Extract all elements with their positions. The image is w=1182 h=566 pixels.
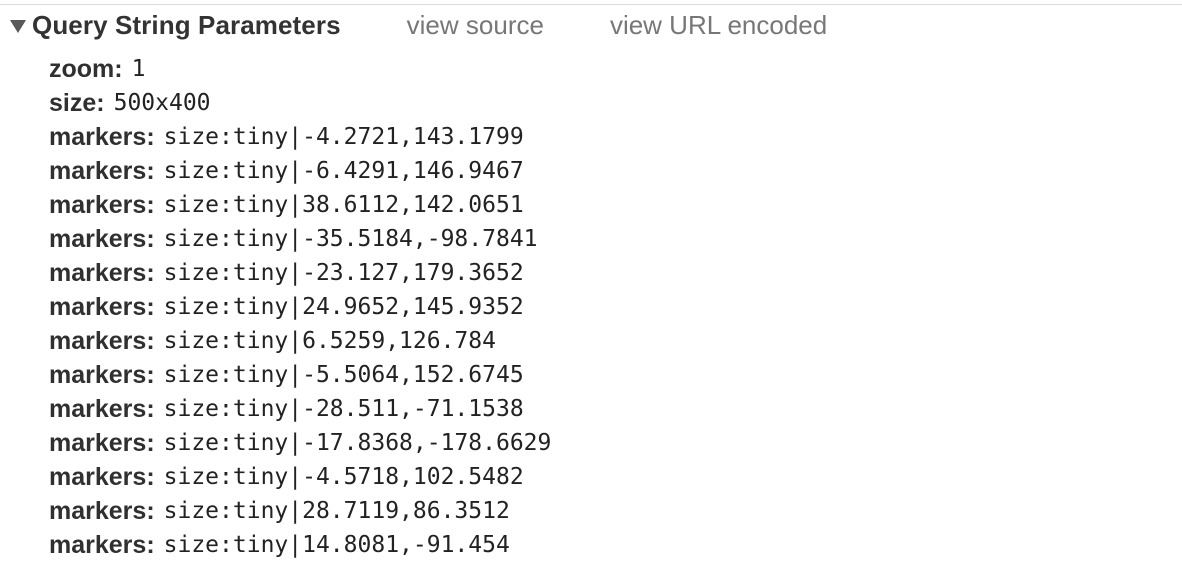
param-value: 1 bbox=[131, 56, 146, 82]
query-param-row: markers: size:tiny|-28.511,-71.1538 bbox=[49, 392, 551, 426]
param-separator: : bbox=[146, 497, 155, 525]
param-separator: : bbox=[114, 55, 123, 83]
param-value: size:tiny|-23.127,179.3652 bbox=[163, 260, 524, 286]
param-name: markers bbox=[49, 225, 147, 253]
query-param-row: markers: size:tiny|-6.4291,146.9467 bbox=[49, 154, 551, 188]
param-separator: : bbox=[146, 395, 155, 423]
section-title[interactable]: Query String Parameters bbox=[32, 10, 341, 41]
query-param-row: markers: size:tiny|14.8081,-91.454 bbox=[49, 528, 551, 562]
query-param-row: markers: size:tiny|-5.5064,152.6745 bbox=[49, 358, 551, 392]
param-separator: : bbox=[146, 191, 155, 219]
query-param-row: markers: size:tiny|-35.5184,-98.7841 bbox=[49, 222, 551, 256]
param-value: size:tiny|14.8081,-91.454 bbox=[163, 532, 510, 558]
param-name: markers bbox=[49, 361, 147, 389]
query-param-row: markers: size:tiny|28.7119,86.3512 bbox=[49, 494, 551, 528]
param-name: markers bbox=[49, 293, 147, 321]
param-name: markers bbox=[49, 327, 147, 355]
param-value: size:tiny|-28.511,-71.1538 bbox=[163, 396, 524, 422]
param-value: size:tiny|-4.2721,143.1799 bbox=[163, 124, 524, 150]
param-name: markers bbox=[49, 429, 147, 457]
param-value: size:tiny|-17.8368,-178.6629 bbox=[163, 430, 552, 456]
query-param-row: size:500x400 bbox=[49, 86, 551, 120]
param-separator: : bbox=[146, 259, 155, 287]
param-name: markers bbox=[49, 463, 147, 491]
param-name: size bbox=[49, 89, 97, 117]
param-name: zoom bbox=[49, 55, 115, 83]
param-value: 500x400 bbox=[113, 90, 211, 116]
disclosure-triangle-icon[interactable] bbox=[10, 19, 26, 33]
param-separator: : bbox=[146, 293, 155, 321]
query-param-row: markers: size:tiny|-17.8368,-178.6629 bbox=[49, 426, 551, 460]
param-value: size:tiny|-6.4291,146.9467 bbox=[163, 158, 524, 184]
query-param-row: markers: size:tiny|38.6112,142.0651 bbox=[49, 188, 551, 222]
param-separator: : bbox=[146, 429, 155, 457]
param-separator: : bbox=[146, 123, 155, 151]
query-string-section-header[interactable]: Query String Parameters view source view… bbox=[10, 7, 827, 43]
view-source-link[interactable]: view source bbox=[407, 10, 544, 41]
query-param-row: markers: size:tiny|-23.127,179.3652 bbox=[49, 256, 551, 290]
param-name: markers bbox=[49, 191, 147, 219]
query-param-row: markers: size:tiny|6.5259,126.784 bbox=[49, 324, 551, 358]
param-value: size:tiny|6.5259,126.784 bbox=[163, 328, 496, 354]
param-value: size:tiny|28.7119,86.3512 bbox=[163, 498, 510, 524]
param-name: markers bbox=[49, 259, 147, 287]
view-url-encoded-link[interactable]: view URL encoded bbox=[610, 10, 827, 41]
param-value: size:tiny|38.6112,142.0651 bbox=[163, 192, 524, 218]
param-name: markers bbox=[49, 157, 147, 185]
param-separator: : bbox=[96, 89, 105, 117]
query-param-row: markers: size:tiny|-4.2721,143.1799 bbox=[49, 120, 551, 154]
param-name: markers bbox=[49, 123, 147, 151]
query-param-row: markers: size:tiny|-4.5718,102.5482 bbox=[49, 460, 551, 494]
param-value: size:tiny|-35.5184,-98.7841 bbox=[163, 226, 538, 252]
param-name: markers bbox=[49, 395, 147, 423]
param-value: size:tiny|-5.5064,152.6745 bbox=[163, 362, 524, 388]
query-param-row: zoom:1 bbox=[49, 52, 551, 86]
param-name: markers bbox=[49, 497, 147, 525]
param-separator: : bbox=[146, 157, 155, 185]
query-param-row: markers: size:tiny|24.9652,145.9352 bbox=[49, 290, 551, 324]
section-divider bbox=[0, 4, 1182, 5]
param-separator: : bbox=[146, 327, 155, 355]
query-param-list: zoom:1 size:500x400 markers: size:tiny|-4.2… bbox=[49, 52, 551, 562]
param-value: size:tiny|-4.5718,102.5482 bbox=[163, 464, 524, 490]
param-separator: : bbox=[146, 225, 155, 253]
param-name: markers bbox=[49, 531, 147, 559]
param-separator: : bbox=[146, 531, 155, 559]
param-value: size:tiny|24.9652,145.9352 bbox=[163, 294, 524, 320]
param-separator: : bbox=[146, 463, 155, 491]
param-separator: : bbox=[146, 361, 155, 389]
